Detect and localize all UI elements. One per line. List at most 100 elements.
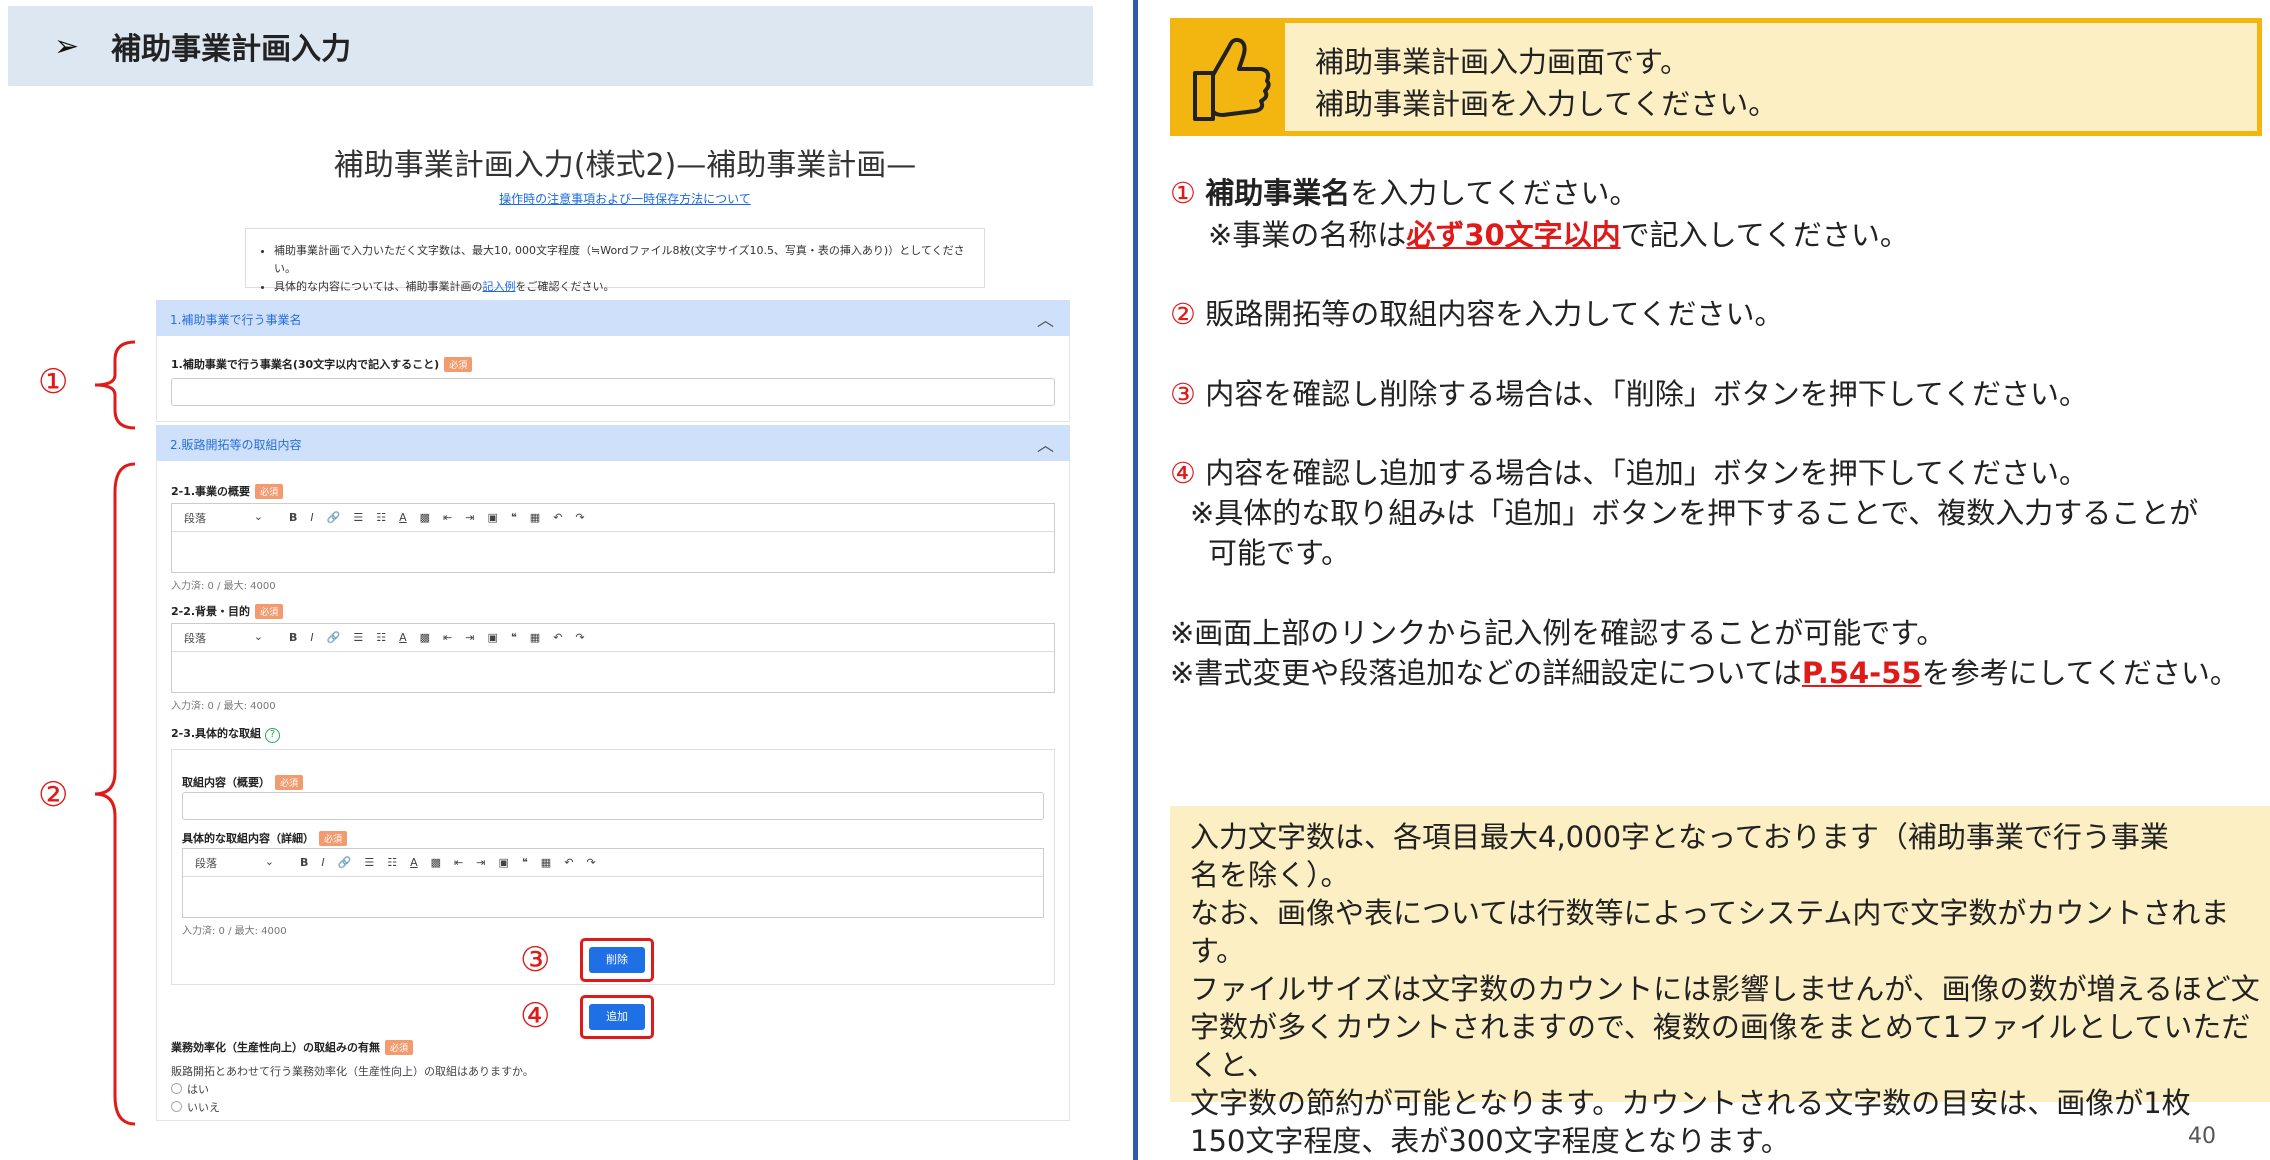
chevron-up-icon[interactable]: ︿	[1037, 306, 1054, 331]
bullet-list-icon[interactable]: ☰	[353, 511, 363, 524]
italic-icon[interactable]: I	[321, 856, 324, 869]
link-icon[interactable]: 🔗	[338, 856, 352, 869]
number-badge: ②	[1170, 297, 1196, 331]
thumbs-up-icon	[1175, 23, 1285, 131]
radio-no[interactable]: いいえ	[171, 1099, 220, 1115]
project-name-input[interactable]	[171, 378, 1055, 406]
editor-toolbar: 段落 ⌄ B I 🔗 ☰ ☷ A ▩ ⇤ ⇥ ▣ ❝ ▦ ↶ ↷	[172, 504, 1054, 532]
redo-icon[interactable]: ↷	[586, 856, 595, 869]
bullet-list-icon[interactable]: ☰	[364, 856, 374, 869]
overview-input[interactable]	[182, 792, 1044, 820]
required-badge: 必須	[385, 1040, 414, 1055]
add-button[interactable]: 追加	[589, 1004, 645, 1030]
highlight-icon[interactable]: ▩	[420, 511, 430, 524]
callout-line: 補助事業計画入力画面です。	[1315, 45, 1690, 79]
brace-1	[94, 340, 136, 430]
radio-circle-icon	[171, 1101, 182, 1112]
italic-icon[interactable]: I	[310, 631, 313, 644]
instruction-1: ① 補助事業名を入力してください。	[1170, 172, 1639, 215]
numbered-list-icon[interactable]: ☷	[376, 511, 386, 524]
bold-icon[interactable]: B	[289, 511, 297, 524]
explanation-panel: 補助事業計画入力画面です。 補助事業計画を入力してください。 ① 補助事業名を入…	[1160, 0, 2270, 1160]
editor-toolbar: 段落 ⌄ B I 🔗 ☰ ☷ A ▩ ⇤ ⇥ ▣ ❝ ▦ ↶ ↷	[172, 624, 1054, 652]
redo-icon[interactable]: ↷	[575, 511, 584, 524]
box-line: 文字数の節約が可能となります。カウントされる文字数の目安は、画像が1枚	[1190, 1086, 2191, 1120]
char-counter: 入力済: 0 / 最大: 4000	[171, 701, 276, 712]
callout-line: 補助事業計画を入力してください。	[1315, 87, 1778, 121]
delete-button[interactable]: 削除	[589, 947, 645, 973]
required-badge: 必須	[444, 357, 473, 372]
required-badge: 必須	[319, 831, 348, 846]
emphasis-text: 必ず30文字以内	[1406, 218, 1621, 252]
note-2: ※書式変更や段落追加などの詳細設定についてはP.54-55を参考にしてください。	[1170, 656, 2239, 690]
editor-toolbar: 段落 ⌄ B I 🔗 ☰ ☷ A ▩ ⇤ ⇥ ▣ ❝ ▦ ↶ ↷	[183, 849, 1043, 877]
image-icon[interactable]: ▣	[487, 511, 497, 524]
redo-icon[interactable]: ↷	[575, 631, 584, 644]
rich-text-editor[interactable]: 段落 ⌄ B I 🔗 ☰ ☷ A ▩ ⇤ ⇥ ▣ ❝ ▦ ↶ ↷	[171, 623, 1055, 693]
image-icon[interactable]: ▣	[498, 856, 508, 869]
italic-icon[interactable]: I	[310, 511, 313, 524]
paragraph-select[interactable]: 段落 ⌄	[195, 855, 287, 871]
paragraph-select[interactable]: 段落 ⌄	[184, 510, 276, 526]
marker-1: ①	[38, 362, 69, 402]
rich-text-editor[interactable]: 段落 ⌄ B I 🔗 ☰ ☷ A ▩ ⇤ ⇥ ▣ ❝ ▦ ↶ ↷	[182, 848, 1044, 918]
field-label: 1.補助事業で行う事業名(30文字以内で記入すること) 必須	[171, 356, 473, 372]
undo-icon[interactable]: ↶	[564, 856, 573, 869]
quote-icon[interactable]: ❝	[522, 856, 528, 869]
numbered-list-icon[interactable]: ☷	[387, 856, 397, 869]
link-icon[interactable]: 🔗	[327, 511, 341, 524]
number-badge: ①	[1170, 176, 1196, 210]
section-title: 補助事業計画入力	[111, 32, 352, 67]
quote-icon[interactable]: ❝	[511, 511, 517, 524]
font-color-icon[interactable]: A	[410, 856, 418, 869]
outdent-icon[interactable]: ⇤	[454, 856, 463, 869]
instruction-2: ② 販路開拓等の取組内容を入力してください。	[1170, 297, 1784, 331]
radio-yes[interactable]: はい	[171, 1081, 209, 1097]
bullet-list-icon[interactable]: ☰	[353, 631, 363, 644]
numbered-list-icon[interactable]: ☷	[376, 631, 386, 644]
callout-box: 補助事業計画入力画面です。 補助事業計画を入力してください。	[1170, 18, 2262, 136]
example-link[interactable]: 記入例	[482, 280, 515, 293]
accordion-section-1[interactable]: 1.補助事業で行う事業名 ︿	[156, 300, 1070, 336]
accordion-title: 1.補助事業で行う事業名	[170, 313, 302, 327]
table-icon[interactable]: ▦	[530, 511, 540, 524]
required-badge: 必須	[255, 484, 284, 499]
instruction-4-note: 可能です。	[1208, 536, 1351, 570]
quote-icon[interactable]: ❝	[511, 631, 517, 644]
rich-text-editor[interactable]: 段落 ⌄ B I 🔗 ☰ ☷ A ▩ ⇤ ⇥ ▣ ❝ ▦ ↶ ↷	[171, 503, 1055, 573]
callout-text: 補助事業計画入力画面です。 補助事業計画を入力してください。	[1315, 41, 1777, 125]
indent-icon[interactable]: ⇥	[476, 856, 485, 869]
box-line: 名を除く）。	[1190, 858, 1350, 892]
indent-icon[interactable]: ⇥	[465, 511, 474, 524]
field-label: 2-2.背景・目的 必須	[171, 603, 284, 619]
highlight-icon[interactable]: ▩	[420, 631, 430, 644]
table-icon[interactable]: ▦	[541, 856, 551, 869]
page-number: 40	[2188, 1124, 2216, 1149]
outdent-icon[interactable]: ⇤	[443, 631, 452, 644]
number-badge: ③	[1170, 377, 1196, 411]
help-icon[interactable]: ?	[265, 728, 281, 743]
chevron-up-icon[interactable]: ︿	[1037, 431, 1054, 456]
accordion-section-2[interactable]: 2.販路開拓等の取組内容 ︿	[156, 425, 1070, 461]
font-color-icon[interactable]: A	[399, 631, 407, 644]
section-header: ➢ 補助事業計画入力	[8, 6, 1093, 86]
operation-notes-link[interactable]: 操作時の注意事項および一時保存方法について	[0, 190, 1250, 207]
marker-2: ②	[38, 775, 69, 815]
required-badge: 必須	[275, 775, 304, 790]
bold-icon[interactable]: B	[300, 856, 308, 869]
indent-icon[interactable]: ⇥	[465, 631, 474, 644]
undo-icon[interactable]: ↶	[553, 511, 562, 524]
undo-icon[interactable]: ↶	[553, 631, 562, 644]
link-icon[interactable]: 🔗	[327, 631, 341, 644]
field-label: 取組内容（概要） 必須	[182, 774, 304, 790]
table-icon[interactable]: ▦	[530, 631, 540, 644]
paragraph-select[interactable]: 段落 ⌄	[184, 630, 276, 646]
highlight-icon[interactable]: ▩	[431, 856, 441, 869]
accordion-title: 2.販路開拓等の取組内容	[170, 438, 302, 452]
outdent-icon[interactable]: ⇤	[443, 511, 452, 524]
image-icon[interactable]: ▣	[487, 631, 497, 644]
font-color-icon[interactable]: A	[399, 511, 407, 524]
bold-icon[interactable]: B	[289, 631, 297, 644]
box-line: なお、画像や表については行数等によってシステム内で文字数がカウントされます。	[1190, 896, 2230, 968]
char-counter: 入力済: 0 / 最大: 4000	[171, 581, 276, 592]
